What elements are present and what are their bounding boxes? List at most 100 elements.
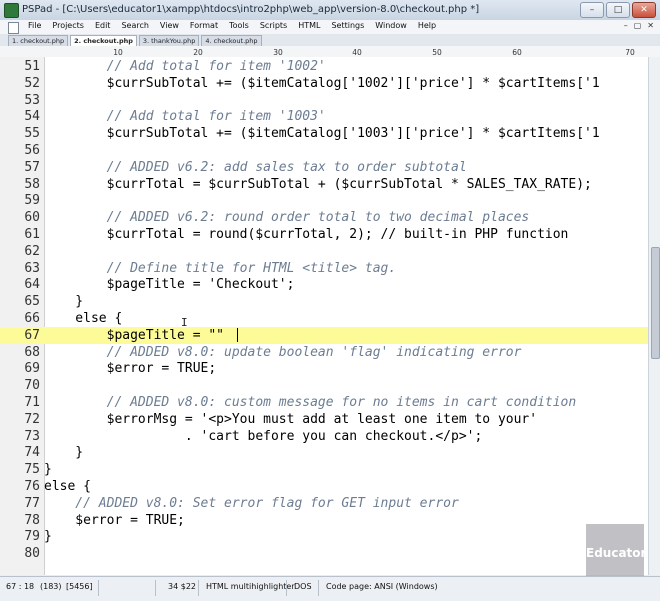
menu-item-scripts[interactable]: Scripts: [260, 21, 287, 30]
line-number: 55: [24, 126, 40, 142]
title-bar: PSPad - [C:\Users\educator1\xampp\htdocs…: [0, 0, 660, 21]
code-line[interactable]: 61 $currTotal = round($currTotal, 2); //…: [0, 226, 648, 243]
line-number: 59: [24, 193, 40, 209]
code-line[interactable]: 65 }: [0, 293, 648, 310]
document-icon[interactable]: [8, 22, 19, 34]
close-button[interactable]: ✕: [632, 2, 656, 18]
status-line-count: (183): [40, 582, 62, 591]
code-text: $currTotal = $currSubTotal + ($currSubTo…: [44, 176, 592, 192]
code-text: // Add total for item '1003': [44, 109, 326, 125]
code-text: // Define title for HTML <title> tag.: [44, 260, 397, 276]
text-caret: [237, 328, 238, 342]
line-number: 76: [24, 479, 40, 494]
code-text: // ADDED v6.2: add sales tax to order su…: [44, 159, 467, 175]
minimize-button[interactable]: –: [580, 2, 604, 18]
code-line[interactable]: 68 // ADDED v8.0: update boolean 'flag' …: [0, 344, 648, 361]
menu-item-html[interactable]: HTML: [298, 21, 320, 30]
code-text: // Add total for item '1002': [44, 59, 326, 74]
code-editor[interactable]: 51 // Add total for item '1002' 52 $currS…: [0, 57, 648, 575]
code-line[interactable]: 71 // ADDED v8.0: custom message for no …: [0, 394, 648, 411]
line-number: 67: [24, 327, 40, 343]
code-line[interactable]: 74 }: [0, 444, 648, 461]
code-line[interactable]: 58 $currTotal = $currSubTotal + ($currSu…: [0, 176, 648, 193]
ibeam-cursor-icon: I: [181, 316, 188, 329]
menu-item-file[interactable]: File: [28, 21, 41, 30]
code-line[interactable]: 70: [0, 377, 648, 394]
code-line[interactable]: 73 . 'cart before you can checkout.</p>'…: [0, 428, 648, 445]
code-line[interactable]: 54 // Add total for item '1003': [0, 108, 648, 125]
line-number: 62: [24, 243, 40, 259]
code-line[interactable]: 55 $currSubTotal += ($itemCatalog['1003'…: [0, 125, 648, 142]
menu-item-window[interactable]: Window: [375, 21, 407, 30]
line-number: 80: [24, 546, 40, 562]
line-number: 51: [24, 59, 40, 74]
menu-item-projects[interactable]: Projects: [52, 21, 84, 30]
line-number: 56: [24, 143, 40, 158]
code-line[interactable]: 57 // ADDED v6.2: add sales tax to order…: [0, 159, 648, 176]
status-line-ending[interactable]: DOS: [294, 582, 312, 591]
menu-item-view[interactable]: View: [160, 21, 179, 30]
line-number: 77: [24, 495, 40, 511]
line-number: 58: [24, 176, 40, 192]
status-file-size: [5456]: [66, 582, 93, 591]
code-text: $pageTitle = "": [44, 327, 225, 343]
code-line[interactable]: 63 // Define title for HTML <title> tag.: [0, 260, 648, 277]
code-line[interactable]: 67 $pageTitle = "": [0, 326, 648, 344]
line-number: 63: [24, 260, 40, 276]
status-char-code: 34 $22: [168, 582, 196, 591]
status-bar: 67 : 18 (183) [5456] 34 $22 HTML multihi…: [0, 576, 660, 601]
maximize-button[interactable]: □: [606, 2, 630, 18]
code-line[interactable]: 66 else {: [0, 310, 648, 327]
code-line[interactable]: 56: [0, 142, 648, 159]
code-text: // ADDED v8.0: Set error flag for GET in…: [44, 495, 459, 511]
code-line[interactable]: 59: [0, 192, 648, 209]
document-window-controls: – ▢ ✕: [624, 21, 654, 30]
doc-restore-button[interactable]: ▢: [634, 21, 642, 30]
menu-item-tools[interactable]: Tools: [229, 21, 249, 30]
line-number: 61: [24, 227, 40, 242]
window-controls: – □ ✕: [580, 2, 656, 18]
ruler-tick: 60: [512, 48, 522, 57]
menu-item-help[interactable]: Help: [418, 21, 436, 30]
window-title: PSPad - [C:\Users\educator1\xampp\htdocs…: [22, 4, 480, 15]
code-line[interactable]: 64 $pageTitle = 'Checkout';: [0, 276, 648, 293]
ruler-tick: 20: [193, 48, 203, 57]
code-text: // ADDED v8.0: custom message for no ite…: [44, 395, 577, 410]
code-text: // ADDED v6.2: round order total to two …: [44, 210, 530, 226]
code-line[interactable]: 72 $errorMsg = '<p>You must add at least…: [0, 411, 648, 428]
code-line[interactable]: 77 // ADDED v8.0: Set error flag for GET…: [0, 495, 648, 512]
code-line[interactable]: 62: [0, 243, 648, 260]
menu-item-search[interactable]: Search: [121, 21, 148, 30]
code-line[interactable]: 53: [0, 92, 648, 109]
doc-minimize-button[interactable]: –: [624, 21, 628, 30]
menu-item-edit[interactable]: Edit: [95, 21, 111, 30]
line-number: 60: [24, 210, 40, 226]
menu-item-settings[interactable]: Settings: [331, 21, 364, 30]
ruler-tick: 10: [113, 48, 123, 57]
line-number: 73: [24, 428, 40, 444]
code-line[interactable]: 69 $error = TRUE;: [0, 360, 648, 377]
code-line[interactable]: 76 else {: [0, 478, 648, 495]
code-text: }: [44, 445, 84, 461]
scrollbar-thumb[interactable]: [651, 247, 660, 359]
status-highlighter[interactable]: HTML multihighlighter: [206, 582, 295, 591]
menu-item-format[interactable]: Format: [190, 21, 218, 30]
code-line[interactable]: 52 $currSubTotal += ($itemCatalog['1002'…: [0, 75, 648, 92]
doc-close-button[interactable]: ✕: [647, 21, 654, 30]
code-line[interactable]: 80: [0, 545, 648, 562]
pspad-app-icon: [4, 3, 19, 18]
menu-bar: File Projects Edit Search View Format Tools Scr…: [0, 20, 660, 35]
line-number: 65: [24, 294, 40, 310]
code-line[interactable]: 60 // ADDED v6.2: round order total to t…: [0, 209, 648, 226]
line-number: 52: [24, 75, 40, 91]
line-number: 53: [24, 92, 40, 108]
code-line[interactable]: 75}: [0, 461, 648, 478]
code-text: }: [44, 294, 84, 310]
code-text: // ADDED v8.0: update boolean 'flag' ind…: [44, 344, 522, 360]
code-line[interactable]: 79}: [0, 528, 648, 545]
ruler-tick: 50: [432, 48, 442, 57]
code-line[interactable]: 78 $error = TRUE;: [0, 512, 648, 529]
status-code-page[interactable]: Code page: ANSI (Windows): [326, 582, 438, 591]
vertical-scrollbar[interactable]: [648, 57, 660, 575]
code-line[interactable]: 51 // Add total for item '1002': [0, 58, 648, 75]
